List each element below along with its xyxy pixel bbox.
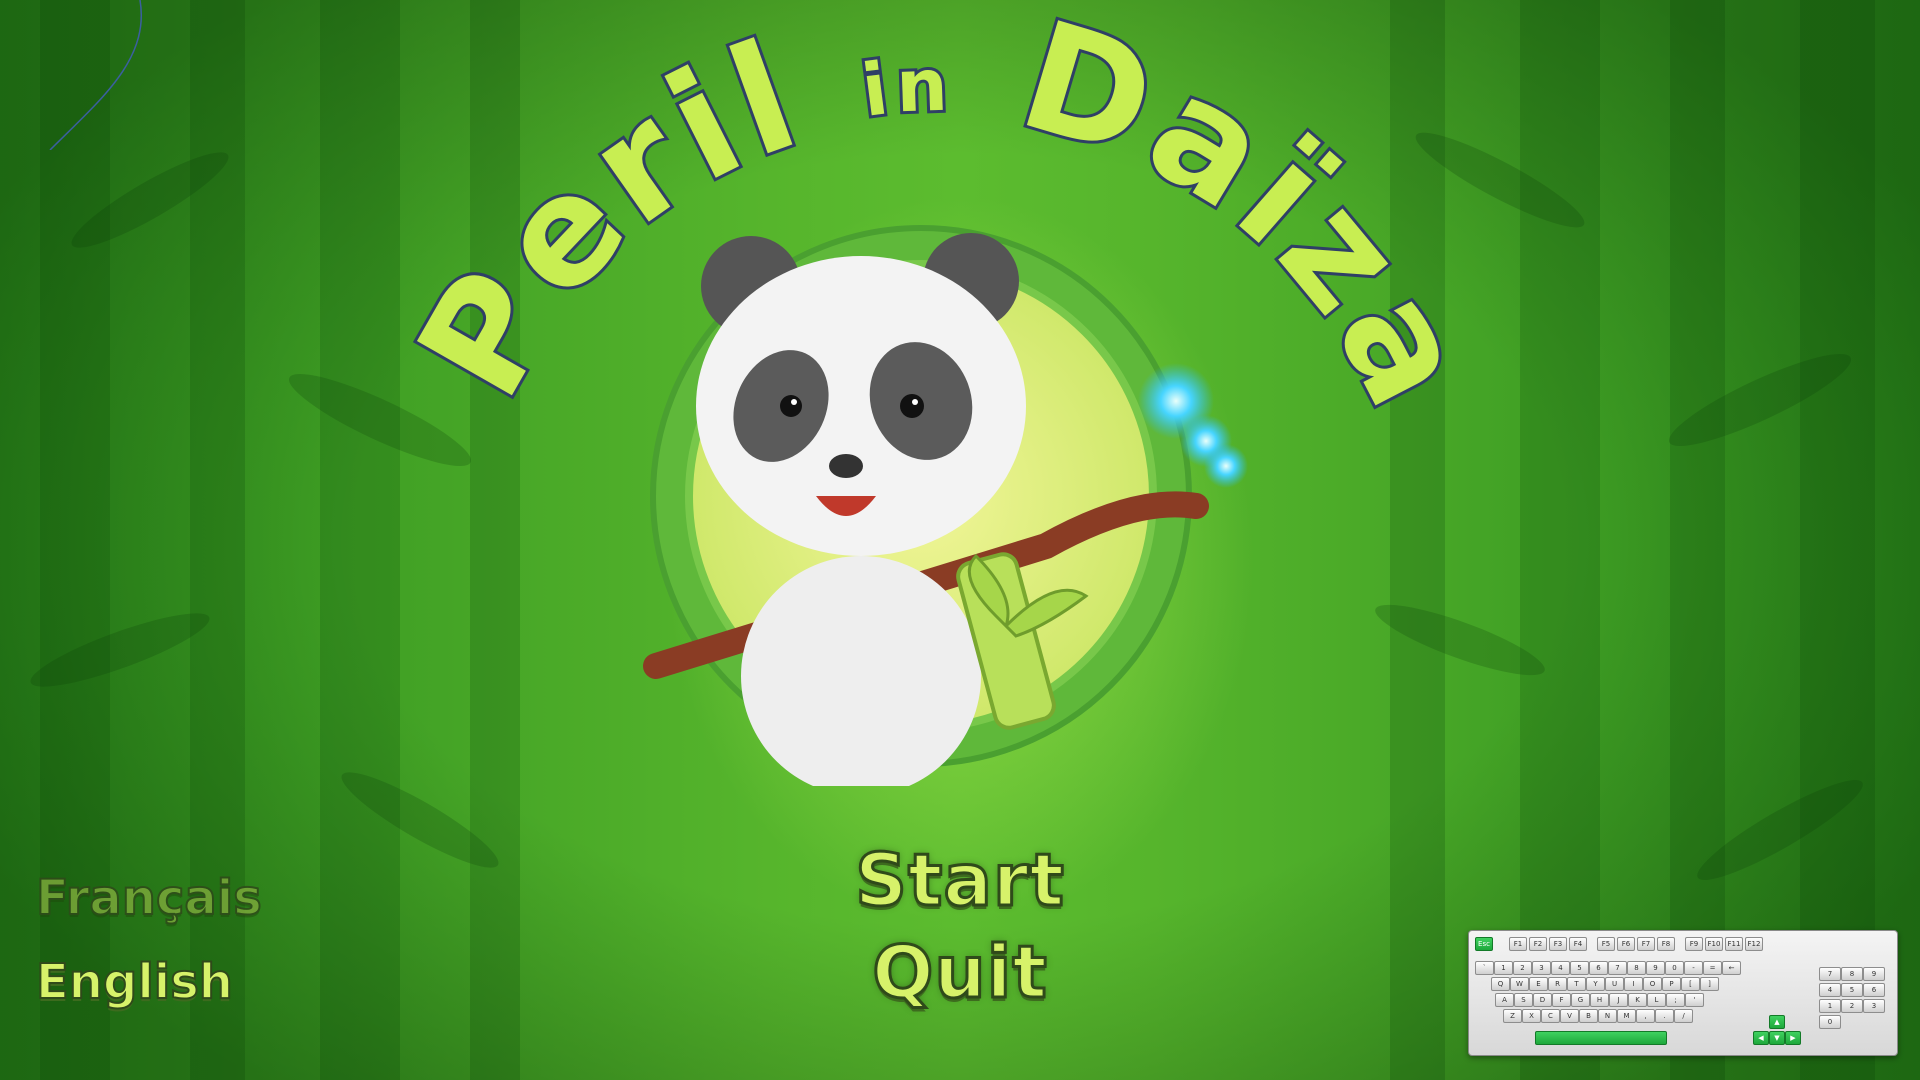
keyboard-key[interactable]: F3 [1549,937,1567,951]
title-word-peril: Peril [385,8,822,425]
keyboard-key[interactable]: 6 [1863,983,1885,997]
keyboard-key[interactable]: 3 [1532,961,1551,975]
keyboard-key[interactable]: ] [1700,977,1719,991]
keyboard-key[interactable]: Z [1503,1009,1522,1023]
keyboard-key[interactable]: 0 [1819,1015,1841,1029]
keyboard-key[interactable]: T [1567,977,1586,991]
keyboard-key[interactable]: B [1579,1009,1598,1023]
keyboard-key[interactable]: J [1609,993,1628,1007]
keyboard-key[interactable]: G [1571,993,1590,1007]
language-english-option[interactable]: English [35,953,234,1011]
keyboard-key[interactable]: 6 [1589,961,1608,975]
keyboard-key[interactable]: O [1643,977,1662,991]
keyboard-key[interactable]: = [1703,961,1722,975]
keyboard-key[interactable]: A [1495,993,1514,1007]
keyboard-key[interactable]: F4 [1569,937,1587,951]
keyboard-key[interactable]: X [1522,1009,1541,1023]
language-french-option[interactable]: Français [35,869,263,927]
keyboard-key[interactable]: C [1541,1009,1560,1023]
keyboard-key[interactable]: ◀ [1753,1031,1769,1045]
keyboard-key[interactable]: P [1662,977,1681,991]
keyboard-key[interactable]: 4 [1819,983,1841,997]
keyboard-key[interactable]: V [1560,1009,1579,1023]
keyboard-key[interactable]: ; [1666,993,1685,1007]
keyboard-key[interactable]: N [1598,1009,1617,1023]
keyboard-key[interactable]: F1 [1509,937,1527,951]
keyboard-key[interactable]: 2 [1513,961,1532,975]
keyboard-key[interactable]: S [1514,993,1533,1007]
keyboard-key[interactable]: 1 [1494,961,1513,975]
keyboard-key[interactable]: 4 [1551,961,1570,975]
keyboard-key[interactable]: ▶ [1785,1031,1801,1045]
keyboard-key[interactable]: - [1684,961,1703,975]
keyboard-key[interactable]: 1 [1819,999,1841,1013]
keyboard-key[interactable]: [ [1681,977,1700,991]
keyboard-key[interactable]: 8 [1627,961,1646,975]
keyboard-key[interactable]: 2 [1841,999,1863,1013]
keyboard-key[interactable]: / [1674,1009,1693,1023]
keyboard-key[interactable]: ` [1475,961,1494,975]
keyboard-key[interactable]: F7 [1637,937,1655,951]
keyboard-key[interactable]: ' [1685,993,1704,1007]
keyboard-key[interactable]: U [1605,977,1624,991]
keyboard-key[interactable]: 7 [1608,961,1627,975]
start-button[interactable]: Start [760,837,1160,924]
keyboard-key[interactable]: F12 [1745,937,1763,951]
keyboard-key[interactable]: R [1548,977,1567,991]
on-screen-keyboard[interactable]: Esc F1 F2 F3 F4 F5 F6 F7 F8 F9 F10 F11 F12 ` 1 2 3 4 5 6 7 8 9… [1468,930,1898,1056]
spacebar-key[interactable] [1535,1031,1667,1045]
keyboard-key[interactable]: Y [1586,977,1605,991]
title-word-in: in [857,42,955,132]
keyboard-key[interactable]: 5 [1841,983,1863,997]
keyboard-key[interactable]: F10 [1705,937,1723,951]
keyboard-key[interactable]: 7 [1819,967,1841,981]
quit-button[interactable]: Quit [760,929,1160,1016]
keyboard-key[interactable]: F11 [1725,937,1743,951]
keyboard-key[interactable]: L [1647,993,1666,1007]
keyboard-key[interactable]: F6 [1617,937,1635,951]
keyboard-key[interactable]: 5 [1570,961,1589,975]
keyboard-key[interactable]: F [1552,993,1571,1007]
keyboard-key[interactable]: F9 [1685,937,1703,951]
keyboard-key[interactable]: K [1628,993,1647,1007]
keyboard-key[interactable]: H [1590,993,1609,1007]
keyboard-key[interactable]: F2 [1529,937,1547,951]
keyboard-key[interactable]: 3 [1863,999,1885,1013]
title-word-daiza: Daïza [1003,0,1506,438]
keyboard-key[interactable]: W [1510,977,1529,991]
keyboard-key[interactable]: F8 [1657,937,1675,951]
keyboard-key[interactable]: ▼ [1769,1031,1785,1045]
keyboard-key[interactable]: 8 [1841,967,1863,981]
keyboard-key[interactable]: , [1636,1009,1655,1023]
keyboard-key[interactable]: . [1655,1009,1674,1023]
keyboard-key[interactable]: 9 [1646,961,1665,975]
keyboard-key[interactable]: ▲ [1769,1015,1785,1029]
keyboard-key[interactable]: ← [1722,961,1741,975]
keyboard-key[interactable]: F5 [1597,937,1615,951]
svg-text:Peril in Daïza: Peril in Daïza [385,0,1506,438]
keyboard-key[interactable]: I [1624,977,1643,991]
keyboard-key[interactable]: Esc [1475,937,1493,951]
keyboard-key[interactable]: 9 [1863,967,1885,981]
keyboard-key[interactable]: 0 [1665,961,1684,975]
keyboard-key[interactable]: E [1529,977,1548,991]
keyboard-key[interactable]: Q [1491,977,1510,991]
keyboard-key[interactable]: M [1617,1009,1636,1023]
keyboard-key[interactable]: D [1533,993,1552,1007]
